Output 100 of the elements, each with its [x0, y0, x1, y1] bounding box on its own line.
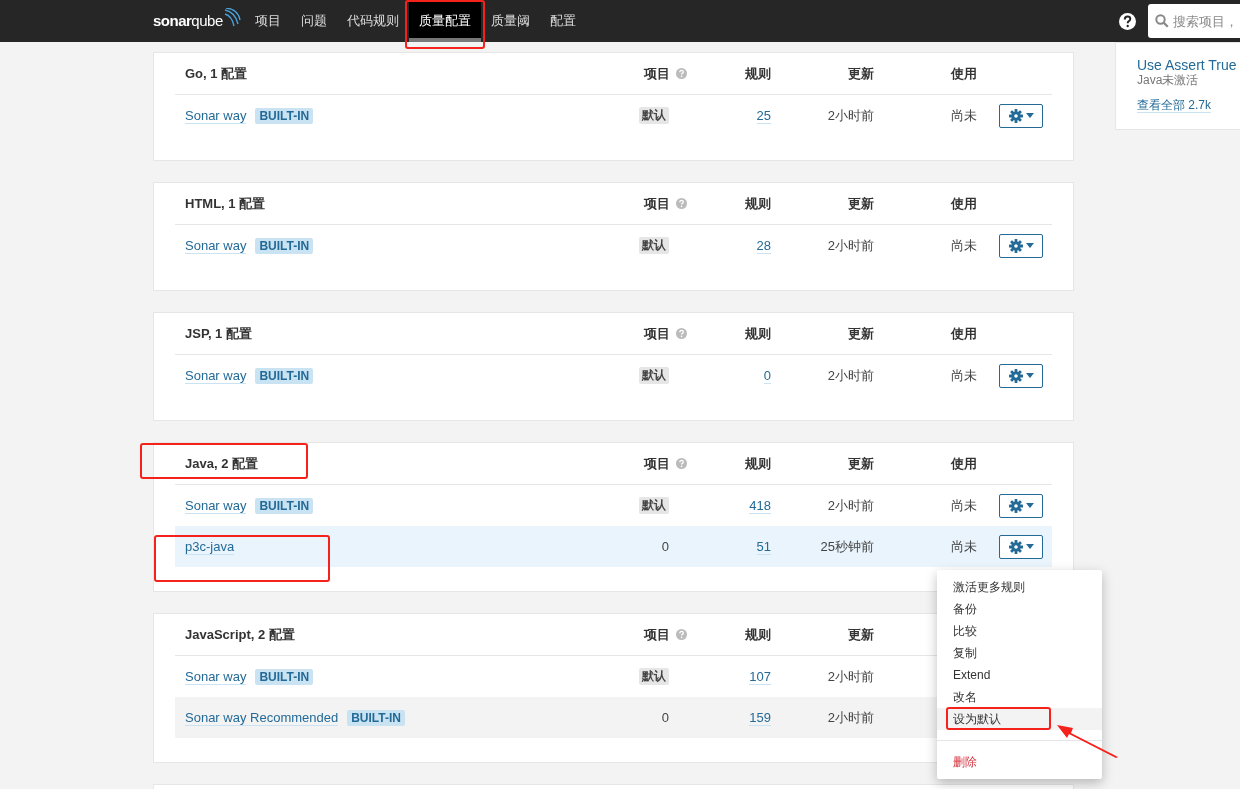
column-header: 项目 — [644, 64, 670, 83]
updated-time: 2小时前 — [827, 106, 874, 125]
updated-time: 2小时前 — [827, 496, 874, 515]
caret-icon — [1025, 503, 1034, 508]
caret-icon — [1025, 373, 1034, 378]
default-badge: 默认 — [639, 668, 669, 685]
profile-link[interactable]: Sonar way — [185, 367, 247, 384]
actions-button[interactable] — [999, 493, 1043, 518]
column-header: 使用 — [951, 324, 977, 343]
column-header: 更新 — [848, 625, 874, 644]
waves-icon — [222, 8, 241, 28]
caret-icon — [1025, 113, 1034, 118]
table-row[interactable]: Sonar way BUILT-IN 默认 0 2小时前 — [175, 355, 879, 396]
group-title: Go, 1 配置 — [185, 65, 248, 81]
rules-count-link[interactable]: 28 — [756, 237, 771, 254]
menu-item[interactable]: 比较 — [937, 620, 1102, 642]
profile-link[interactable]: Sonar way Recommended — [185, 709, 339, 726]
default-badge: 默认 — [639, 497, 669, 514]
usage-text: 尚未 — [951, 496, 978, 515]
default-badge: 默认 — [639, 237, 669, 254]
profile-link[interactable]: Sonar way — [185, 107, 247, 124]
see-all-link[interactable]: 查看全部 2.7k — [1137, 98, 1211, 113]
caret-icon — [1025, 243, 1034, 248]
table-row[interactable]: Sonar way BUILT-IN 默认 28 2小时前 — [175, 225, 879, 266]
column-header: 更新 — [848, 64, 874, 83]
sonarqube-logo[interactable]: sonarqube — [153, 9, 223, 33]
actions-button[interactable] — [999, 534, 1043, 559]
menu-item[interactable]: 复制 — [937, 642, 1102, 664]
column-header: 使用 — [951, 64, 977, 83]
column-header: 规则 — [745, 194, 771, 213]
profile-link[interactable]: Sonar way — [185, 237, 247, 254]
updated-time: 2小时前 — [827, 667, 874, 686]
usage-text: 尚未 — [951, 236, 978, 255]
default-badge: 默认 — [639, 367, 669, 384]
menu-item[interactable]: Extend — [937, 664, 1102, 686]
project-count: 0 — [661, 537, 669, 556]
column-header: 更新 — [848, 454, 874, 473]
gear-icon — [1008, 238, 1023, 253]
column-header: 更新 — [848, 194, 874, 213]
table-row[interactable]: Sonar way BUILT-IN 默认 25 2小时前 — [175, 95, 879, 136]
column-header: 规则 — [745, 324, 771, 343]
nav-tab[interactable]: 质量配置 — [408, 0, 481, 42]
usage-text: 尚未 — [951, 366, 978, 385]
built-in-badge: BUILT-IN — [255, 668, 314, 685]
group-title: JSP, 1 配置 — [185, 325, 252, 341]
menu-item[interactable]: 删除 — [937, 751, 1102, 773]
annotation-arrow — [1057, 724, 1119, 758]
profile-link[interactable]: Sonar way — [185, 668, 247, 685]
updated-time: 2小时前 — [827, 366, 874, 385]
built-in-badge: BUILT-IN — [255, 367, 314, 384]
column-header: 项目 — [644, 324, 670, 343]
updated-time: 25秒钟前 — [820, 537, 874, 556]
usage-text: 尚未 — [951, 106, 978, 125]
column-header: 使用 — [951, 454, 977, 473]
updated-time: 2小时前 — [827, 236, 874, 255]
table-row[interactable]: p3c-java 0 51 25秒钟前 — [175, 526, 879, 567]
gear-icon — [1008, 368, 1023, 383]
column-header: 使用 — [951, 194, 977, 213]
nav-tab[interactable]: 质量阈 — [480, 0, 540, 42]
nav-tab[interactable]: 配置 — [539, 0, 586, 42]
gear-icon — [1008, 498, 1023, 513]
actions-button[interactable] — [999, 233, 1043, 258]
column-header: 规则 — [745, 64, 771, 83]
rules-count-link[interactable]: 159 — [749, 709, 771, 726]
rules-count-link[interactable]: 51 — [756, 538, 771, 555]
built-in-badge: BUILT-IN — [255, 497, 314, 514]
column-header: 项目 — [644, 454, 670, 473]
table-row[interactable]: Sonar way BUILT-IN 默认 418 2小时前 — [175, 485, 879, 526]
project-count: 0 — [661, 708, 669, 727]
actions-button[interactable] — [999, 363, 1043, 388]
profile-link[interactable]: p3c-java — [185, 538, 235, 555]
menu-item[interactable]: 改名 — [937, 686, 1102, 708]
rules-count-link[interactable]: 418 — [749, 497, 771, 514]
column-header: 更新 — [848, 324, 874, 343]
menu-item[interactable]: 备份 — [937, 598, 1102, 620]
table-row[interactable]: Sonar way Recommended BUILT-IN 0 159 2小时前 — [175, 697, 879, 738]
nav-tab[interactable]: 问题 — [290, 0, 337, 42]
rules-count-link[interactable]: 25 — [756, 107, 771, 124]
built-in-badge: BUILT-IN — [255, 237, 314, 254]
group-title: JavaScript, 2 配置 — [185, 626, 295, 642]
caret-icon — [1025, 544, 1034, 549]
rule-link[interactable]: Use Assert True — [1137, 57, 1237, 73]
built-in-badge: BUILT-IN — [255, 107, 314, 124]
rules-count-link[interactable]: 107 — [749, 668, 771, 685]
menu-item[interactable]: 激活更多规则 — [937, 576, 1102, 598]
usage-text: 尚未 — [951, 537, 978, 556]
group-title: Java, 2 配置 — [185, 455, 258, 471]
rule-status: Java未激活 — [1137, 73, 1199, 87]
group-title: HTML, 1 配置 — [185, 195, 266, 211]
updated-time: 2小时前 — [827, 708, 874, 727]
nav-tab[interactable]: 代码规则 — [336, 0, 409, 42]
table-row[interactable]: Sonar way BUILT-IN 默认 107 2小时前 — [175, 656, 879, 697]
help-icon[interactable] — [1119, 12, 1136, 30]
built-in-badge: BUILT-IN — [347, 709, 405, 726]
search-field[interactable]: 搜索项目， — [1148, 4, 1240, 38]
actions-button[interactable] — [999, 103, 1043, 128]
nav-tab[interactable]: 项目 — [244, 0, 291, 42]
column-header: 项目 — [644, 194, 670, 213]
rules-count-link[interactable]: 0 — [763, 367, 771, 384]
profile-link[interactable]: Sonar way — [185, 497, 247, 514]
